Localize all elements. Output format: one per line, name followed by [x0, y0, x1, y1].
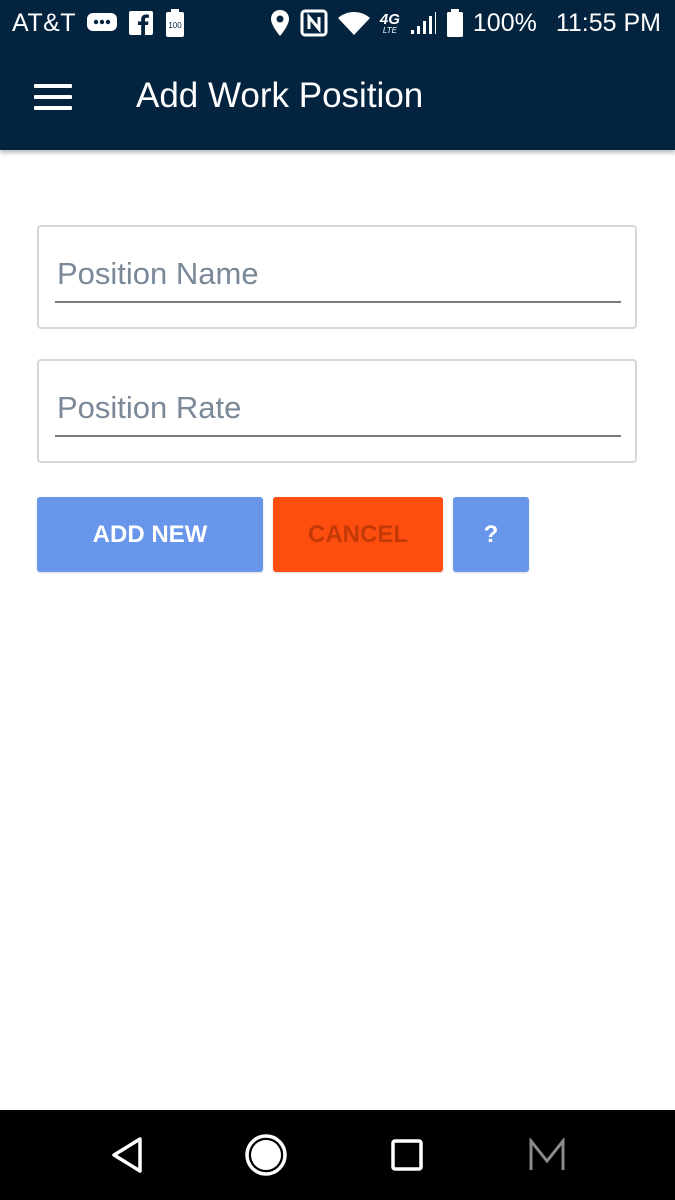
home-icon[interactable]	[243, 1132, 289, 1178]
4g-lte-icon: 4G LTE	[380, 12, 400, 35]
nfc-icon	[300, 9, 328, 37]
position-rate-card	[37, 359, 637, 463]
hamburger-menu-icon[interactable]	[34, 84, 72, 110]
page-title: Add Work Position	[136, 76, 424, 115]
wifi-icon	[337, 10, 371, 36]
battery-icon	[446, 8, 464, 38]
add-work-position-screen: AT&T 100 4G LTE 100% 11:55 PM Add Work P…	[0, 0, 675, 1200]
battery-percent: 100%	[472, 8, 537, 37]
position-name-input[interactable]	[55, 247, 621, 303]
help-button[interactable]: ?	[453, 497, 529, 572]
position-name-card	[37, 225, 637, 329]
network-sub-label: LTE	[382, 25, 397, 35]
network-type-label: 4G	[379, 10, 400, 28]
signal-icon	[409, 11, 437, 35]
message-icon	[86, 11, 118, 35]
cancel-button[interactable]: CANCEL	[273, 497, 443, 572]
facebook-icon	[128, 10, 154, 36]
battery-saver-label: 100	[168, 21, 182, 30]
m-app-icon[interactable]	[524, 1132, 570, 1178]
status-bar: AT&T 100 4G LTE 100% 11:55 PM	[0, 0, 675, 46]
add-new-button[interactable]: ADD NEW	[37, 497, 263, 572]
battery-saver-icon: 100	[164, 8, 186, 38]
position-rate-input[interactable]	[55, 381, 621, 437]
carrier-label: AT&T	[12, 8, 77, 37]
recent-apps-icon[interactable]	[384, 1132, 430, 1178]
location-icon	[269, 9, 291, 37]
system-navigation-bar	[0, 1110, 675, 1200]
back-icon[interactable]	[104, 1132, 150, 1178]
app-bar: Add Work Position	[0, 46, 675, 150]
clock-time: 11:55 PM	[555, 8, 661, 37]
